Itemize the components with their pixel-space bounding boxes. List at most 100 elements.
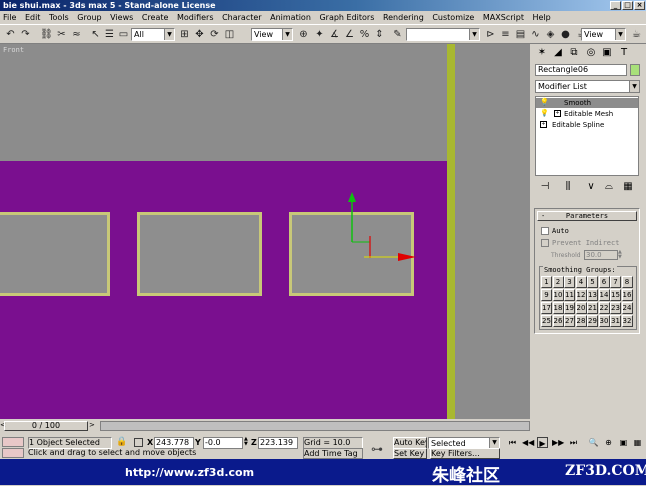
stack-item-editable-spline[interactable]: + Editable Spline [536, 120, 638, 130]
named-selection-sets-dropdown[interactable]: ▼ [406, 28, 480, 41]
maxscript-mini-box[interactable] [2, 448, 24, 458]
viewport-divider[interactable] [447, 44, 455, 419]
bind-space-warp-icon[interactable]: ≈ [70, 28, 83, 41]
make-unique-icon[interactable]: ∨ [584, 180, 598, 194]
prevent-indirect-checkbox[interactable] [541, 239, 549, 247]
zoom-all-icon[interactable]: ⊕ [603, 437, 614, 448]
curve-editor-icon[interactable]: ∿ [529, 28, 542, 41]
select-manipulate-icon[interactable]: ✦ [313, 28, 326, 41]
menu-group[interactable]: Group [77, 13, 101, 22]
smoothing-group-button[interactable]: 16 [621, 289, 633, 301]
smoothing-group-button[interactable]: 11 [564, 289, 575, 301]
goto-start-icon[interactable]: ⏮ [507, 437, 518, 448]
threshold-spinner-icon[interactable]: ▲ ▼ [618, 250, 624, 260]
trackbar[interactable] [100, 421, 530, 431]
smoothing-group-button[interactable]: 26 [552, 315, 564, 327]
select-move-icon[interactable]: ✥ [193, 28, 206, 41]
modifier-list-dropdown[interactable]: Modifier List ▼ [535, 80, 640, 93]
zoom-extents-all-icon[interactable]: ▦ [632, 437, 643, 448]
pivot-center-icon[interactable]: ⊕ [297, 28, 310, 41]
quick-render-icon[interactable]: ☕ [630, 28, 643, 41]
key-filters-button[interactable]: Key Filters... [430, 448, 500, 459]
smoothing-group-button[interactable]: 10 [552, 289, 564, 301]
goto-end-icon[interactable]: ⏭ [568, 437, 579, 448]
smoothing-group-button[interactable]: 14 [598, 289, 610, 301]
smoothing-group-button[interactable]: 7 [610, 276, 621, 288]
smoothing-group-button[interactable]: 15 [610, 289, 621, 301]
configure-modifier-sets-icon[interactable]: ▦ [621, 180, 635, 194]
ref-coord-dropdown[interactable]: View ▼ [251, 28, 293, 41]
smoothing-group-button[interactable]: 23 [610, 302, 621, 314]
smoothing-group-button[interactable]: 3 [564, 276, 575, 288]
smoothing-group-button[interactable]: 5 [587, 276, 598, 288]
utilities-tab-icon[interactable]: T [617, 46, 631, 60]
smoothing-group-button[interactable]: 22 [598, 302, 610, 314]
set-key-button[interactable]: Set Key [393, 448, 427, 459]
layer-manager-icon[interactable]: ▤ [514, 28, 527, 41]
smoothing-group-button[interactable]: 19 [564, 302, 575, 314]
menu-character[interactable]: Character [222, 13, 262, 22]
unlink-icon[interactable]: ✂ [55, 28, 68, 41]
rect-selection-region-icon[interactable]: ▭ [117, 28, 130, 41]
select-rotate-icon[interactable]: ⟳ [208, 28, 221, 41]
menu-views[interactable]: Views [110, 13, 133, 22]
stack-item-smooth[interactable]: 💡 Smooth [536, 98, 638, 108]
smoothing-group-button[interactable]: 13 [587, 289, 598, 301]
smoothing-group-button[interactable]: 18 [552, 302, 564, 314]
smoothing-group-button[interactable]: 1 [541, 276, 552, 288]
menu-file[interactable]: File [3, 13, 16, 22]
window-crossing-icon[interactable]: ⊞ [178, 28, 191, 41]
schematic-view-icon[interactable]: ◈ [544, 28, 557, 41]
angle-snap-icon[interactable]: ∠ [343, 28, 356, 41]
smoothing-group-button[interactable]: 28 [575, 315, 587, 327]
mirror-icon[interactable]: ⊳ [484, 28, 497, 41]
smoothing-group-button[interactable]: 31 [610, 315, 621, 327]
zoom-icon[interactable]: 🔍 [588, 437, 599, 448]
smoothing-group-button[interactable]: 17 [541, 302, 552, 314]
menu-create[interactable]: Create [142, 13, 169, 22]
add-time-tag-button[interactable]: Add Time Tag [303, 448, 363, 459]
smoothing-group-button[interactable]: 9 [541, 289, 552, 301]
smoothing-group-button[interactable]: 30 [598, 315, 610, 327]
menu-animation[interactable]: Animation [270, 13, 311, 22]
smoothing-group-button[interactable]: 20 [575, 302, 587, 314]
minimize-button[interactable]: _ [610, 1, 621, 10]
motion-tab-icon[interactable]: ◎ [584, 46, 598, 60]
modify-tab-icon[interactable]: ◢ [551, 46, 565, 60]
select-by-name-icon[interactable]: ☰ [103, 28, 116, 41]
rollout-header[interactable]: - Parameters [537, 211, 637, 221]
smoothing-group-button[interactable]: 4 [575, 276, 587, 288]
smoothing-group-button[interactable]: 32 [621, 315, 633, 327]
rectangle-middle[interactable] [137, 212, 262, 296]
menu-rendering[interactable]: Rendering [383, 13, 424, 22]
front-viewport[interactable]: Front [0, 44, 447, 419]
stack-item-editable-mesh[interactable]: 💡 + Editable Mesh [536, 109, 638, 119]
next-key-icon[interactable]: ▶▶ [552, 437, 564, 448]
threshold-field[interactable]: 30.0 [584, 250, 618, 260]
bulb-icon[interactable]: 💡 [540, 99, 549, 106]
spinner-snap-icon[interactable]: ⇕ [373, 28, 386, 41]
expand-icon[interactable]: + [540, 121, 547, 128]
object-name-field[interactable]: Rectangle06 [535, 64, 627, 76]
hierarchy-tab-icon[interactable]: ⧉ [567, 46, 581, 60]
absolute-mode-icon[interactable] [134, 438, 143, 447]
align-icon[interactable]: ≡ [499, 28, 512, 41]
menu-graph-editors[interactable]: Graph Editors [319, 13, 374, 22]
bulb-icon[interactable]: 💡 [540, 110, 549, 117]
redo-icon[interactable]: ↷ [19, 28, 32, 41]
rectangle-left[interactable] [0, 212, 110, 296]
maxscript-listener-box[interactable] [2, 437, 24, 447]
pin-stack-icon[interactable]: ⊣ [538, 180, 552, 194]
y-spinner-icon[interactable]: ▲ ▼ [244, 437, 248, 447]
create-tab-icon[interactable]: ✶ [535, 46, 549, 60]
menu-maxscript[interactable]: MAXScript [483, 13, 524, 22]
smoothing-group-button[interactable]: 12 [575, 289, 587, 301]
smoothing-group-button[interactable]: 21 [587, 302, 598, 314]
named-selection-icon[interactable]: ✎ [391, 28, 404, 41]
smoothing-group-button[interactable]: 25 [541, 315, 552, 327]
remove-modifier-icon[interactable]: ⌓ [602, 180, 616, 194]
display-tab-icon[interactable]: ▣ [600, 46, 614, 60]
lock-selection-icon[interactable]: 🔒 [116, 437, 127, 447]
auto-checkbox[interactable] [541, 227, 549, 235]
expand-icon[interactable]: + [554, 110, 561, 117]
